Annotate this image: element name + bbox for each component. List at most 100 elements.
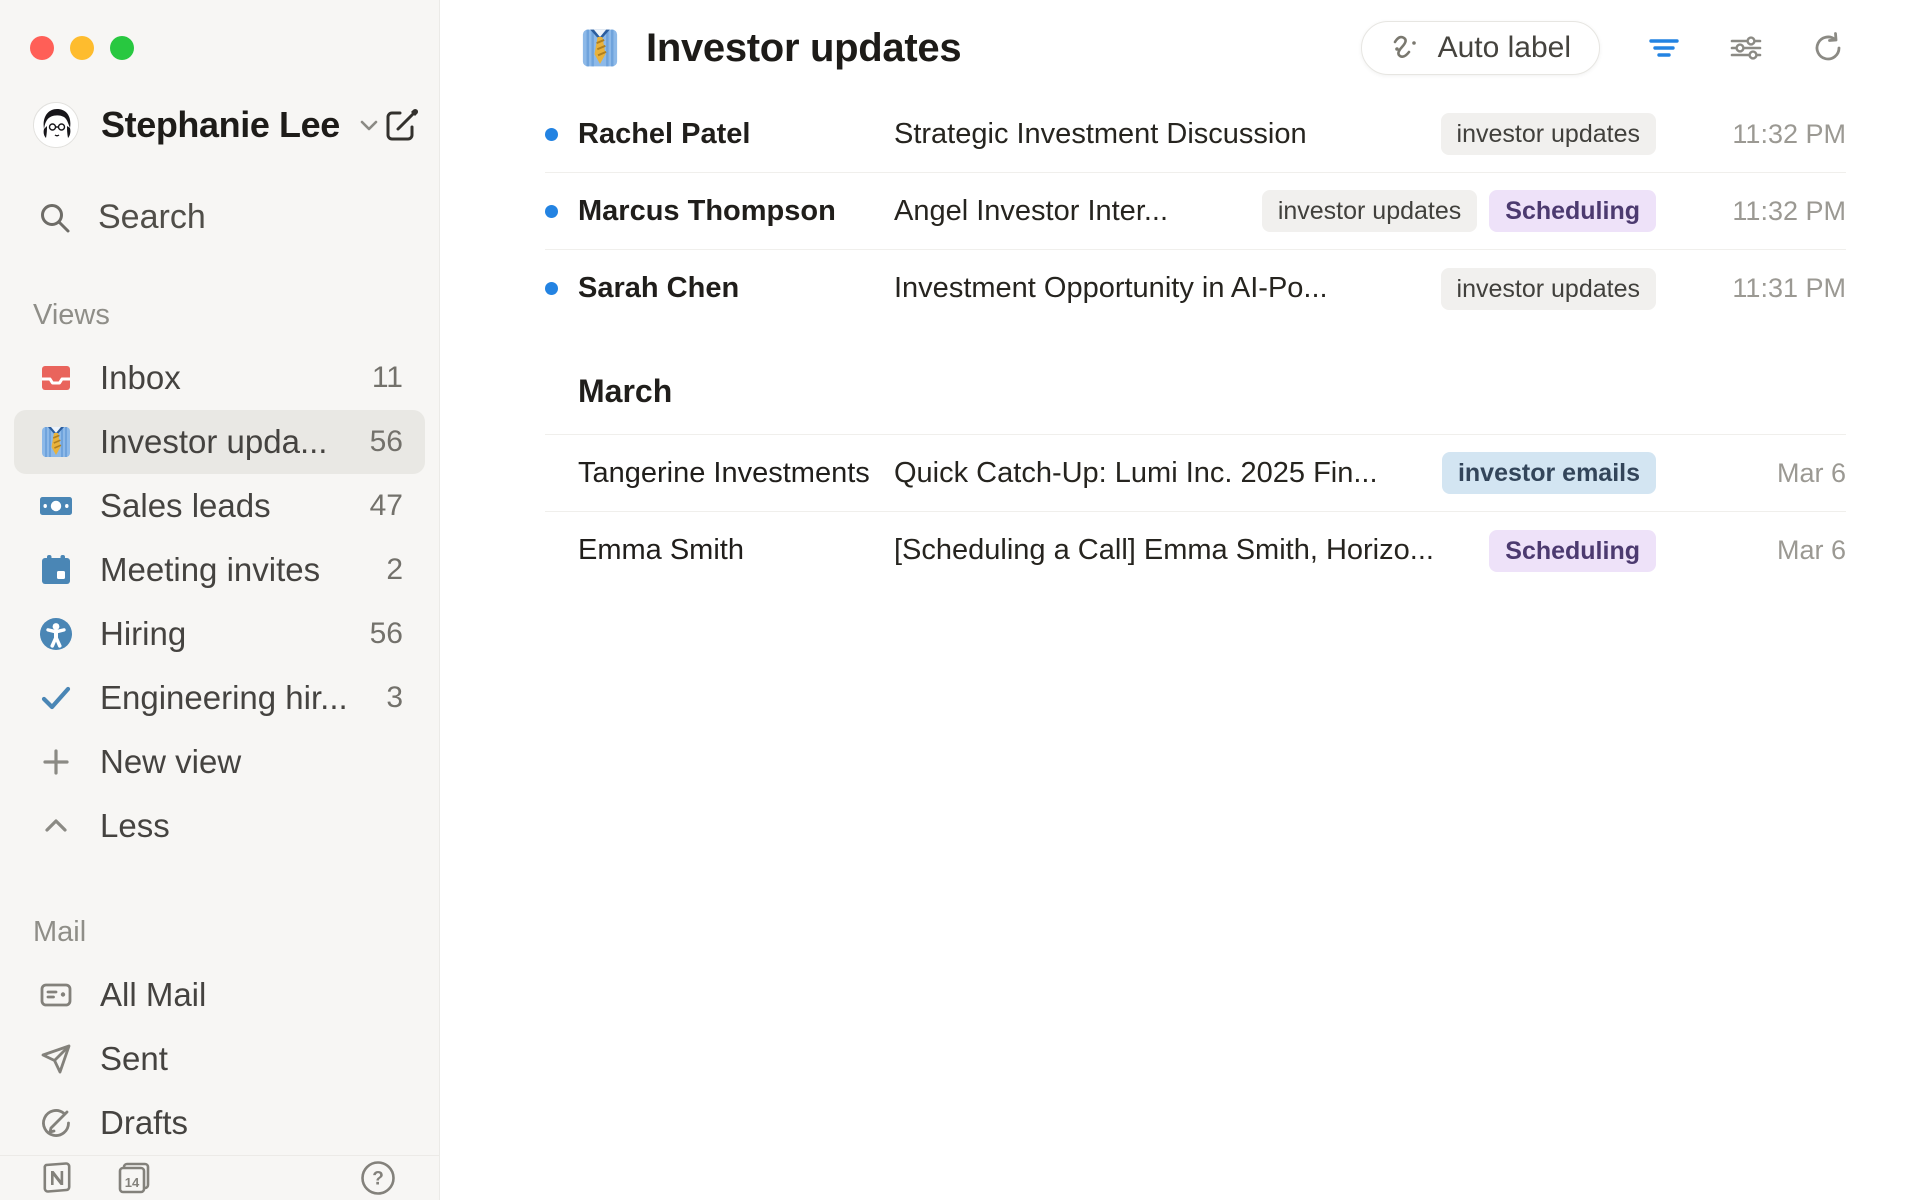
email-labels: investor updates Scheduling [1262,190,1656,232]
views-nav: Inbox 11 Investor upda... 56 [0,346,439,858]
email-sender: Marcus Thompson [578,195,894,228]
auto-label-wand-icon [1390,32,1422,64]
sidebar-item-count: 56 [370,617,403,651]
email-subject: Strategic Investment Discussion [894,118,1421,151]
sidebar-item-label: All Mail [100,976,206,1014]
view-header: Investor updates Auto label [440,0,1920,96]
minimize-window-button[interactable] [70,36,94,60]
paper-plane-icon [36,1041,76,1077]
sidebar-item-sales-leads[interactable]: Sales leads 47 [14,474,425,538]
mail-nav: All Mail Sent Drafts [0,963,439,1155]
sidebar-item-count: 2 [386,553,403,587]
help-icon[interactable]: ? [359,1159,397,1197]
sidebar: Stephanie Lee Search Views [0,0,440,1200]
email-subject: [Scheduling a Call] Emma Smith, Horizo..… [894,534,1469,567]
sidebar-item-meeting-invites[interactable]: Meeting invites 2 [14,538,425,602]
label-badge[interactable]: investor updates [1262,190,1477,232]
month-section-header: March [545,327,1846,435]
app-window: Stephanie Lee Search Views [0,0,1920,1200]
email-row[interactable]: Rachel Patel Strategic Investment Discus… [545,96,1846,173]
sidebar-item-count: 56 [370,425,403,459]
email-sender: Tangerine Investments [578,457,894,490]
email-time: 11:32 PM [1656,196,1846,227]
label-badge[interactable]: Scheduling [1489,530,1656,572]
email-time: Mar 6 [1656,458,1846,489]
sidebar-item-label: Drafts [100,1104,188,1142]
sidebar-bottom-bar: 14 ? [0,1155,439,1200]
chevron-down-icon[interactable] [356,112,382,138]
header-actions: Auto label [1361,21,1846,75]
banknote-icon [36,488,76,524]
less-button[interactable]: Less [14,794,425,858]
email-row[interactable]: Sarah Chen Investment Opportunity in AI-… [545,250,1846,327]
email-time: 11:31 PM [1656,273,1846,304]
avatar[interactable] [33,102,79,148]
sidebar-item-label: Investor upda... [100,423,327,461]
sidebar-item-label: Inbox [100,359,181,397]
auto-label-label: Auto label [1438,31,1571,65]
unread-dot [545,205,558,218]
sidebar-item-count: 11 [372,361,403,395]
sidebar-item-count: 47 [370,489,403,523]
label-badge[interactable]: investor emails [1442,452,1656,494]
month-label: March [578,373,672,409]
search-row[interactable]: Search [38,198,439,237]
email-subject: Angel Investor Inter... [894,195,1242,228]
inbox-tray-icon [36,360,76,396]
email-sender: Sarah Chen [578,272,894,305]
email-time: Mar 6 [1656,535,1846,566]
all-mail-icon [36,977,76,1013]
profile-row: Stephanie Lee [33,102,411,148]
sidebar-item-drafts[interactable]: Drafts [14,1091,425,1155]
sidebar-item-label: Meeting invites [100,551,320,589]
new-view-button[interactable]: New view [14,730,425,794]
views-section-label: Views [33,299,439,332]
page-title: Investor updates [646,26,961,71]
email-sender: Rachel Patel [578,118,894,151]
search-icon [38,201,72,235]
sidebar-item-hiring[interactable]: Hiring 56 [14,602,425,666]
close-window-button[interactable] [30,36,54,60]
auto-label-button[interactable]: Auto label [1361,21,1600,75]
sidebar-item-all-mail[interactable]: All Mail [14,963,425,1027]
email-labels: Scheduling [1489,530,1656,572]
svg-text:?: ? [372,1169,384,1190]
checkmark-icon [36,680,76,716]
sidebar-item-count: 3 [386,681,403,715]
email-row[interactable]: Marcus Thompson Angel Investor Inter... … [545,173,1846,250]
chevron-up-icon [36,809,76,843]
email-subject: Investment Opportunity in AI-Po... [894,272,1421,305]
label-badge[interactable]: investor updates [1441,268,1656,310]
sidebar-item-label: Hiring [100,615,186,653]
email-row[interactable]: Emma Smith [Scheduling a Call] Emma Smit… [545,512,1846,589]
sliders-icon[interactable] [1728,30,1764,66]
compose-icon[interactable] [382,105,422,145]
email-row[interactable]: Tangerine Investments Quick Catch-Up: Lu… [545,435,1846,512]
sidebar-item-engineering-hiring[interactable]: Engineering hir... 3 [14,666,425,730]
profile-name[interactable]: Stephanie Lee [101,104,340,146]
notion-calendar-icon[interactable]: 14 [114,1158,154,1198]
zoom-window-button[interactable] [110,36,134,60]
search-label: Search [98,198,206,237]
unread-dot [545,128,558,141]
person-circle-icon [36,616,76,652]
notion-logo-icon[interactable] [38,1159,76,1197]
email-time: 11:32 PM [1656,119,1846,150]
email-labels: investor updates [1441,268,1656,310]
svg-text:14: 14 [125,1175,140,1190]
mail-section-label: Mail [33,916,439,949]
label-badge[interactable]: investor updates [1441,113,1656,155]
filter-icon[interactable] [1646,30,1682,66]
sidebar-item-investor-updates[interactable]: Investor upda... 56 [14,410,425,474]
email-subject: Quick Catch-Up: Lumi Inc. 2025 Fin... [894,457,1422,490]
sidebar-item-sent[interactable]: Sent [14,1027,425,1091]
sidebar-item-inbox[interactable]: Inbox 11 [14,346,425,410]
label-badge[interactable]: Scheduling [1489,190,1656,232]
refresh-icon[interactable] [1810,30,1846,66]
email-labels: investor updates [1441,113,1656,155]
sidebar-item-label: Sales leads [100,487,271,525]
necktie-icon [36,424,76,460]
drafts-pencil-icon [36,1105,76,1141]
sidebar-item-label: Engineering hir... [100,679,348,717]
sidebar-item-label: Sent [100,1040,168,1078]
